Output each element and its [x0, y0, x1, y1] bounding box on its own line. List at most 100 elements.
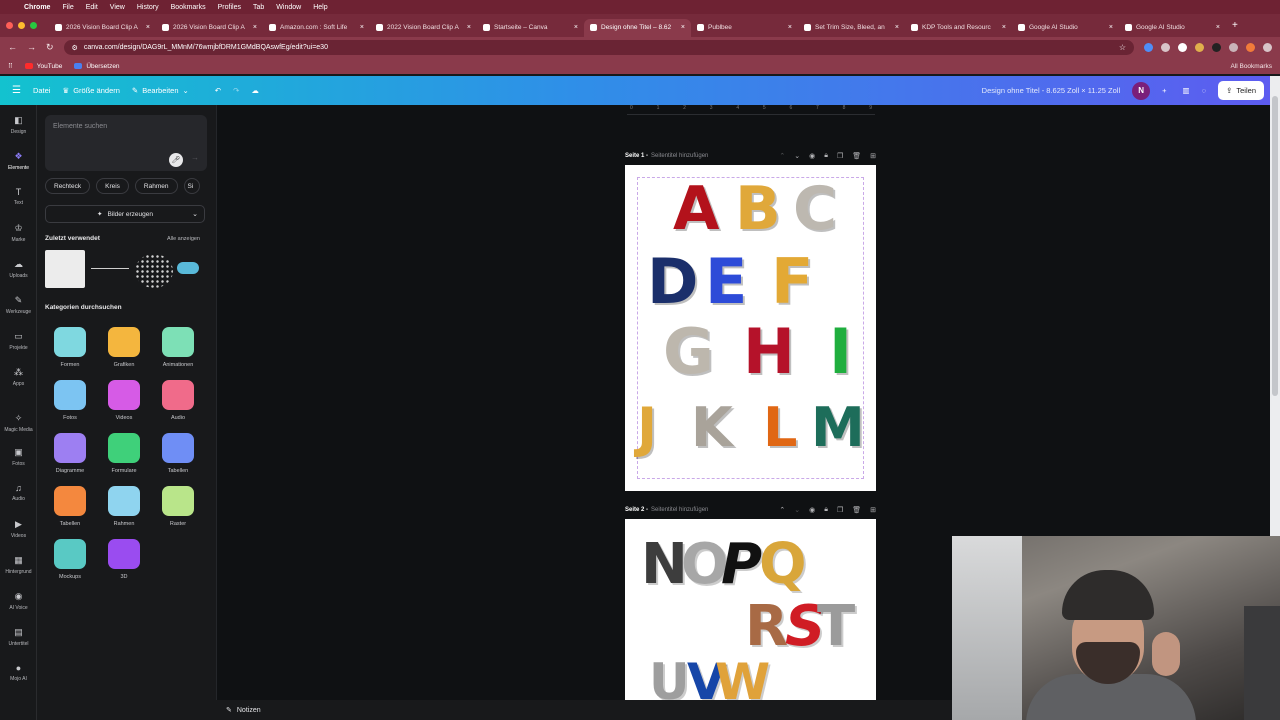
chevron-up-icon[interactable]: ⌃: [779, 152, 785, 160]
browser-tab[interactable]: 2022 Vision Board Clip A ×: [370, 19, 477, 37]
design-title[interactable]: Design ohne Titel - 8.625 Zoll × 11.25 Z…: [982, 86, 1120, 95]
category-fotos[interactable]: Fotos: [48, 380, 92, 421]
rail-item-apps[interactable]: ⁂ Apps: [0, 367, 37, 387]
add-page-icon[interactable]: ⊞: [870, 152, 876, 160]
eye-icon[interactable]: ◉: [809, 152, 815, 160]
category-tabellen[interactable]: Tabellen: [48, 486, 92, 527]
browser-tab[interactable]: Publbee ×: [691, 19, 798, 37]
category-3d[interactable]: 3D: [102, 539, 146, 580]
rail-item-fotos[interactable]: ▣ Fotos: [0, 447, 37, 467]
lock-icon[interactable]: 🔒︎: [824, 152, 828, 160]
page-1[interactable]: ABC DEFGHI JKLM: [625, 165, 876, 491]
recent-square[interactable]: [45, 250, 85, 288]
rail-item-mojo-ai[interactable]: ● Mojo AI: [0, 663, 37, 682]
page-1-subtitle[interactable]: Seitentitel hinzufügen: [651, 153, 708, 159]
browser-tab[interactable]: Startseite – Canva ×: [477, 19, 584, 37]
category-diagramme[interactable]: Diagramme: [48, 433, 92, 474]
rail-item-magic-media[interactable]: ✧ Magic Media: [0, 413, 37, 433]
notes-icon[interactable]: ✎: [226, 706, 232, 714]
extension-icon[interactable]: [1161, 43, 1170, 52]
file-menu[interactable]: Datei: [33, 86, 51, 95]
add-page-icon[interactable]: ⊞: [870, 506, 876, 514]
letter-graphic-q[interactable]: Q: [759, 537, 807, 593]
rail-item-hintergrund[interactable]: ▦ Hintergrund: [0, 555, 37, 575]
chevron-down-icon[interactable]: ⌄: [794, 506, 800, 514]
minimize-window-icon[interactable]: [18, 22, 25, 29]
letter-graphic-e[interactable]: E: [705, 251, 747, 313]
menu-file[interactable]: File: [62, 4, 73, 11]
bookmark-star-icon[interactable]: ☆: [1119, 43, 1126, 52]
notes-button[interactable]: Notizen: [237, 707, 261, 714]
menu-help[interactable]: Help: [313, 4, 327, 11]
menu-view[interactable]: View: [110, 4, 125, 11]
forward-icon[interactable]: →: [27, 42, 36, 53]
rail-item-ai-voice[interactable]: ◉ AI Voice: [0, 591, 37, 611]
bookmark-translate[interactable]: Übersetzen: [74, 63, 120, 70]
user-avatar[interactable]: N: [1132, 81, 1151, 100]
trash-icon[interactable]: 🗑︎: [852, 152, 861, 160]
cloud-save-icon[interactable]: ☁: [251, 86, 259, 95]
insights-icon[interactable]: ▥: [1183, 86, 1190, 95]
letter-graphic-a[interactable]: A: [673, 179, 719, 239]
extension-icon[interactable]: [1144, 43, 1153, 52]
letter-graphic-b[interactable]: B: [735, 179, 781, 239]
recent-dots[interactable]: [135, 254, 173, 288]
menu-tab[interactable]: Tab: [253, 4, 264, 11]
add-collaborator-icon[interactable]: +: [1162, 86, 1166, 95]
eye-icon[interactable]: ◉: [809, 506, 815, 514]
letter-graphic-f[interactable]: F: [771, 251, 813, 313]
tab-close-icon[interactable]: ×: [1002, 24, 1006, 31]
comments-icon[interactable]: ◌: [1202, 86, 1206, 95]
menu-profiles[interactable]: Profiles: [218, 4, 241, 11]
show-all-link[interactable]: Alle anzeigen: [167, 236, 200, 242]
menu-window[interactable]: Window: [276, 4, 301, 11]
letter-graphic-d[interactable]: D: [647, 251, 698, 313]
browser-tab[interactable]: Amazon.com : Soft Life ×: [263, 19, 370, 37]
recent-cloud[interactable]: [177, 262, 199, 274]
tab-close-icon[interactable]: ×: [681, 24, 685, 31]
site-info-icon[interactable]: ⚙: [72, 44, 78, 52]
letter-graphic-w[interactable]: W: [715, 657, 770, 700]
new-tab-icon[interactable]: +: [1232, 20, 1238, 31]
rail-item-untertitel[interactable]: ▤ Untertitel: [0, 627, 37, 647]
rail-item-marke[interactable]: ♔ Marke: [0, 223, 37, 243]
all-bookmarks[interactable]: All Bookmarks: [1230, 63, 1272, 70]
browser-tab[interactable]: Design ohne Titel – 8.62 ×: [584, 18, 691, 37]
browser-tab[interactable]: Google AI Studio ×: [1012, 19, 1119, 37]
resize-button[interactable]: ♛ Größe ändern: [62, 86, 119, 95]
page-2-subtitle[interactable]: Seitentitel hinzufügen: [651, 507, 708, 513]
category-audio[interactable]: Audio: [156, 380, 200, 421]
microphone-icon[interactable]: 🎤︎: [169, 153, 183, 167]
browser-tab[interactable]: KDP Tools and Resourc ×: [905, 19, 1012, 37]
generate-images-button[interactable]: ✦ Bilder erzeugen ⌄: [45, 205, 205, 223]
recent-line[interactable]: [91, 268, 129, 269]
rail-item-audio[interactable]: ♫ Audio: [0, 483, 37, 502]
profile-avatar[interactable]: [1246, 43, 1255, 52]
close-window-icon[interactable]: [6, 22, 13, 29]
rail-item-videos[interactable]: ▶ Videos: [0, 519, 37, 539]
maximize-window-icon[interactable]: [30, 22, 37, 29]
tab-close-icon[interactable]: ×: [467, 24, 471, 31]
letter-graphic-p[interactable]: P: [721, 537, 762, 593]
duplicate-icon[interactable]: ❐: [837, 152, 843, 160]
trash-icon[interactable]: 🗑︎: [852, 506, 861, 514]
letter-graphic-t[interactable]: T: [817, 599, 855, 655]
browser-tab[interactable]: 2026 Vision Board Clip A ×: [156, 19, 263, 37]
undo-icon[interactable]: ↶: [215, 86, 221, 95]
letter-graphic-u[interactable]: U: [649, 657, 690, 700]
page-2[interactable]: NOPQRSTUVW: [625, 519, 876, 700]
app-name[interactable]: Chrome: [24, 4, 50, 11]
letter-graphic-i[interactable]: I: [829, 321, 852, 383]
tab-close-icon[interactable]: ×: [788, 24, 792, 31]
letter-graphic-m[interactable]: M: [811, 401, 865, 455]
hamburger-menu-icon[interactable]: ☰: [12, 85, 21, 96]
tab-close-icon[interactable]: ×: [360, 24, 364, 31]
menu-bookmarks[interactable]: Bookmarks: [171, 4, 206, 11]
rail-item-werkzeuge[interactable]: ✎ Werkzeuge: [0, 295, 37, 315]
tab-close-icon[interactable]: ×: [574, 24, 578, 31]
menu-history[interactable]: History: [137, 4, 159, 11]
chip-more[interactable]: Si: [183, 178, 200, 194]
category-grafiken[interactable]: Grafiken: [102, 327, 146, 368]
arrow-right-icon[interactable]: →: [191, 153, 199, 162]
chip-circle[interactable]: Kreis: [96, 178, 129, 194]
